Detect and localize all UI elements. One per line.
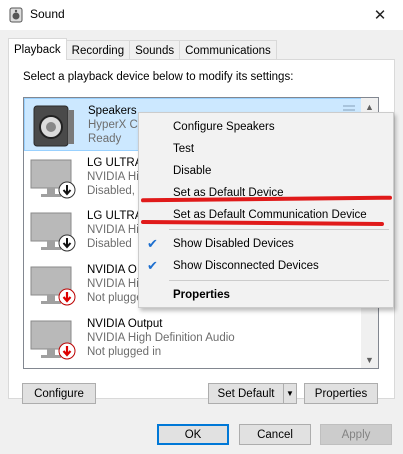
monitor-unplugged-icon <box>30 266 76 306</box>
checkmark-icon: ✔ <box>147 258 158 273</box>
instructions-text: Select a playback device below to modify… <box>23 71 294 83</box>
device-name: NVIDIA O <box>87 264 137 276</box>
ok-button[interactable]: OK <box>157 424 229 445</box>
device-status: Disabled <box>87 238 132 250</box>
menu-item-test[interactable]: Test <box>139 138 393 160</box>
device-status: Ready <box>88 133 122 145</box>
device-name: NVIDIA Output <box>87 318 163 330</box>
device-driver: NVIDIA High Definition Audio <box>87 332 235 344</box>
device-context-menu: Configure Speakers Test Disable Set as D… <box>138 112 394 308</box>
tab-communications[interactable]: Communications <box>179 40 277 60</box>
device-status: Not plugged in <box>87 346 162 358</box>
close-button[interactable]: ✕ <box>357 0 403 30</box>
menu-item-show-disconnected-devices[interactable]: ✔ Show Disconnected Devices <box>139 255 393 277</box>
menu-item-properties[interactable]: Properties <box>139 284 393 306</box>
tab-playback[interactable]: Playback <box>8 38 67 60</box>
speaker-icon <box>9 7 23 23</box>
title-bar: Sound ✕ <box>0 0 403 30</box>
menu-item-configure-speakers[interactable]: Configure Speakers <box>139 116 393 138</box>
chevron-down-icon: ▼ <box>365 354 374 365</box>
monitor-disabled-icon <box>30 212 76 252</box>
chevron-up-icon: ▲ <box>365 101 374 112</box>
set-default-dropdown-button[interactable]: ▼ <box>283 383 297 404</box>
device-status: Disabled, <box>87 185 135 197</box>
monitor-unplugged-icon <box>30 320 76 360</box>
set-default-button[interactable]: Set Default <box>208 383 284 404</box>
apply-button: Apply <box>320 424 392 445</box>
properties-button[interactable]: Properties <box>304 383 378 404</box>
monitor-disabled-icon <box>30 159 76 199</box>
device-driver: NVIDIA Hi <box>87 171 139 183</box>
device-driver: HyperX Cl <box>88 119 141 131</box>
menu-separator <box>169 280 389 281</box>
tab-sounds[interactable]: Sounds <box>129 40 181 60</box>
device-driver: NVIDIA Hi <box>87 278 139 290</box>
chevron-down-icon: ▼ <box>286 389 294 398</box>
cancel-button[interactable]: Cancel <box>239 424 311 445</box>
configure-button[interactable]: Configure <box>22 383 96 404</box>
window-title: Sound <box>30 7 65 21</box>
close-icon: ✕ <box>373 7 387 24</box>
menu-item-show-disabled-devices[interactable]: ✔ Show Disabled Devices <box>139 233 393 255</box>
tab-recording[interactable]: Recording <box>65 40 131 60</box>
scroll-down-button[interactable]: ▼ <box>361 351 378 368</box>
menu-item-disable[interactable]: Disable <box>139 160 393 182</box>
device-status: Not plugge <box>87 292 143 304</box>
device-driver: NVIDIA Hi <box>87 224 139 236</box>
menu-separator <box>169 229 389 230</box>
device-name: Speakers <box>88 105 137 117</box>
speaker-icon <box>33 105 74 147</box>
menu-item-label: Show Disconnected Devices <box>173 260 319 272</box>
menu-item-label: Show Disabled Devices <box>173 238 294 250</box>
tab-strip: Playback Recording Sounds Communications <box>8 38 277 60</box>
checkmark-icon: ✔ <box>147 236 158 251</box>
device-nvidia-output-2[interactable]: NVIDIA Output NVIDIA High Definition Aud… <box>24 312 362 365</box>
